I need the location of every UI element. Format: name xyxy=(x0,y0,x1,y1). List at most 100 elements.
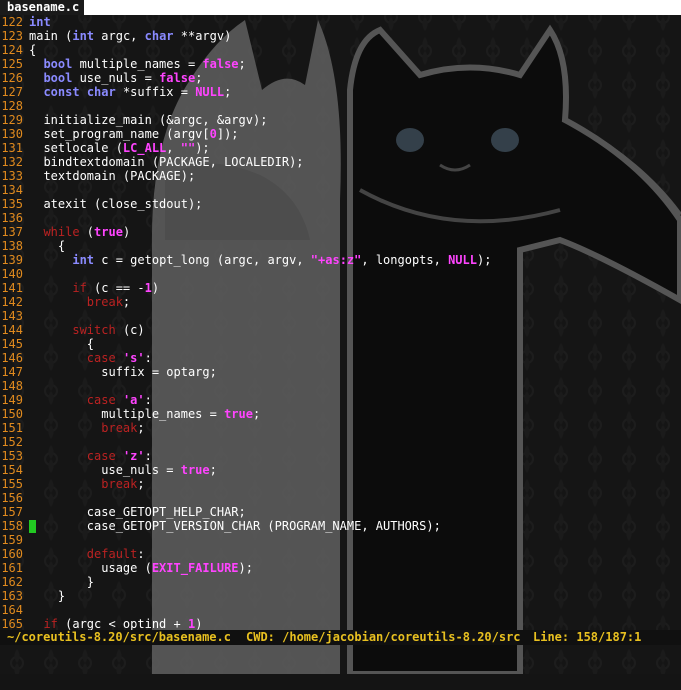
code-line[interactable]: 135 atexit (close_stdout); xyxy=(0,197,681,211)
line-number: 150 xyxy=(1,407,23,421)
code-line[interactable]: 138 { xyxy=(0,239,681,253)
line-number: 159 xyxy=(1,533,23,547)
code-line[interactable]: 144 switch (c) xyxy=(0,323,681,337)
code-line[interactable]: 132 bindtextdomain (PACKAGE, LOCALEDIR); xyxy=(0,155,681,169)
code-line[interactable]: 134 xyxy=(0,183,681,197)
code-text: set_program_name (argv[0]); xyxy=(29,127,239,141)
code-line[interactable]: 136 xyxy=(0,211,681,225)
line-number: 146 xyxy=(1,351,23,365)
code-text: { xyxy=(29,337,95,351)
code-line[interactable]: 141 if (c == -1) xyxy=(0,281,681,295)
code-text: use_nuls = true; xyxy=(29,463,217,477)
code-line[interactable]: 146 case 's': xyxy=(0,351,681,365)
code-text: bool use_nuls = false; xyxy=(43,71,203,85)
code-text: int xyxy=(29,15,51,29)
code-text: case_GETOPT_VERSION_CHAR (PROGRAM_NAME, … xyxy=(29,519,441,533)
line-number: 155 xyxy=(1,477,23,491)
code-line[interactable]: 165 if (argc < optind + 1) xyxy=(0,617,681,631)
code-line[interactable]: 163 } xyxy=(0,589,681,603)
code-line[interactable]: 127 const char *suffix = NULL; xyxy=(0,85,681,99)
code-text: } xyxy=(29,575,95,589)
code-text: bindtextdomain (PACKAGE, LOCALEDIR); xyxy=(29,155,304,169)
code-line[interactable]: 130 set_program_name (argv[0]); xyxy=(0,127,681,141)
code-text: { xyxy=(29,43,37,57)
code-text: suffix = optarg; xyxy=(29,365,217,379)
code-text: int c = getopt_long (argc, argv, "+as:z"… xyxy=(72,253,492,267)
code-line[interactable]: 152 xyxy=(0,435,681,449)
line-number: 148 xyxy=(1,379,23,393)
line-number: 156 xyxy=(1,491,23,505)
code-text: textdomain (PACKAGE); xyxy=(29,169,196,183)
line-number: 129 xyxy=(1,113,23,127)
code-line[interactable]: 151 break; xyxy=(0,421,681,435)
code-line[interactable]: 158 case_GETOPT_VERSION_CHAR (PROGRAM_NA… xyxy=(0,519,681,533)
code-line[interactable]: 147 suffix = optarg; xyxy=(0,365,681,379)
code-line[interactable]: 156 xyxy=(0,491,681,505)
code-text: if (argc < optind + 1) xyxy=(43,617,203,631)
code-text: case 'z': xyxy=(86,449,152,463)
tab-bar: basename.c xyxy=(0,0,681,15)
line-number: 147 xyxy=(1,365,23,379)
code-text: } xyxy=(29,589,66,603)
code-line[interactable]: 164 xyxy=(0,603,681,617)
line-number: 135 xyxy=(1,197,23,211)
line-number: 142 xyxy=(1,295,23,309)
line-number: 131 xyxy=(1,141,23,155)
code-line[interactable]: 129 initialize_main (&argc, &argv); xyxy=(0,113,681,127)
tab-basename-c[interactable]: basename.c xyxy=(0,0,84,15)
code-line[interactable]: 131 setlocale (LC_ALL, ""); xyxy=(0,141,681,155)
code-text: multiple_names = true; xyxy=(29,407,261,421)
line-number: 132 xyxy=(1,155,23,169)
code-line[interactable]: 140 xyxy=(0,267,681,281)
code-line[interactable]: 157 case_GETOPT_HELP_CHAR; xyxy=(0,505,681,519)
code-text: case 'a': xyxy=(86,393,152,407)
line-number: 143 xyxy=(1,309,23,323)
code-text: usage (EXIT_FAILURE); xyxy=(29,561,253,575)
code-line[interactable]: 149 case 'a': xyxy=(0,393,681,407)
code-line[interactable]: 142 break; xyxy=(0,295,681,309)
line-number: 138 xyxy=(1,239,23,253)
line-number: 157 xyxy=(1,505,23,519)
line-number: 127 xyxy=(1,85,23,99)
code-line[interactable]: 155 break; xyxy=(0,477,681,491)
code-line[interactable]: 160 default: xyxy=(0,547,681,561)
line-number: 124 xyxy=(1,43,23,57)
line-number: 144 xyxy=(1,323,23,337)
code-line[interactable]: 122 int xyxy=(0,15,681,29)
line-number: 161 xyxy=(1,561,23,575)
line-number: 165 xyxy=(1,617,23,631)
line-number: 163 xyxy=(1,589,23,603)
code-line[interactable]: 125 bool multiple_names = false; xyxy=(0,57,681,71)
line-number: 158 xyxy=(1,519,23,533)
code-line[interactable]: 143 xyxy=(0,309,681,323)
status-line: ~/coreutils-8.20/src/basename.c CWD: /ho… xyxy=(0,630,681,645)
code-line[interactable]: 137 while (true) xyxy=(0,225,681,239)
line-number: 145 xyxy=(1,337,23,351)
code-text: break; xyxy=(101,477,145,491)
code-line[interactable]: 145 { xyxy=(0,337,681,351)
code-line[interactable]: 153 case 'z': xyxy=(0,449,681,463)
line-number: 152 xyxy=(1,435,23,449)
code-line[interactable]: 159 xyxy=(0,533,681,547)
code-text: atexit (close_stdout); xyxy=(29,197,203,211)
code-line[interactable]: 126 bool use_nuls = false; xyxy=(0,71,681,85)
line-number: 153 xyxy=(1,449,23,463)
code-line[interactable]: 124 { xyxy=(0,43,681,57)
code-line[interactable]: 133 textdomain (PACKAGE); xyxy=(0,169,681,183)
code-text: break; xyxy=(101,421,145,435)
code-line[interactable]: 154 use_nuls = true; xyxy=(0,463,681,477)
code-text: main (int argc, char **argv) xyxy=(29,29,232,43)
code-line[interactable]: 161 usage (EXIT_FAILURE); xyxy=(0,561,681,575)
line-number: 122 xyxy=(1,15,23,29)
code-line[interactable]: 123 main (int argc, char **argv) xyxy=(0,29,681,43)
code-line[interactable]: 139 int c = getopt_long (argc, argv, "+a… xyxy=(0,253,681,267)
code-editor[interactable]: 122 int 123 main (int argc, char **argv) 124… xyxy=(0,15,681,631)
code-line[interactable]: 128 xyxy=(0,99,681,113)
code-line[interactable]: 162 } xyxy=(0,575,681,589)
line-number: 154 xyxy=(1,463,23,477)
line-number: 128 xyxy=(1,99,23,113)
code-text: while (true) xyxy=(43,225,131,239)
code-line[interactable]: 150 multiple_names = true; xyxy=(0,407,681,421)
code-line[interactable]: 148 xyxy=(0,379,681,393)
status-cursor-position: Line: 158/187:1 xyxy=(533,630,642,644)
